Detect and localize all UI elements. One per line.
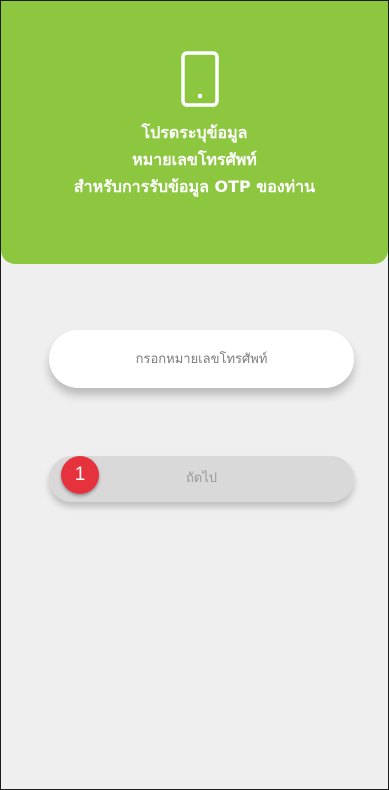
header-banner: โปรดระบุข้อมูล หมายเลขโทรศัพท์ สำหรับการ…: [1, 1, 388, 264]
next-button-label: ถัดไป: [185, 471, 218, 486]
step-number-badge: 1: [61, 456, 99, 494]
phone-number-input[interactable]: [49, 330, 354, 388]
instruction-line-1: โปรดระบุข้อมูล: [141, 123, 248, 142]
instruction-line-2: หมายเลขโทรศัพท์: [132, 150, 257, 169]
instruction-line-3: สำหรับการรับข้อมูล OTP ของท่าน: [73, 177, 316, 196]
smartphone-icon: [181, 51, 219, 107]
instruction-title: โปรดระบุข้อมูล หมายเลขโทรศัพท์ สำหรับการ…: [1, 119, 388, 200]
app-screen: โปรดระบุข้อมูล หมายเลขโทรศัพท์ สำหรับการ…: [0, 0, 389, 790]
